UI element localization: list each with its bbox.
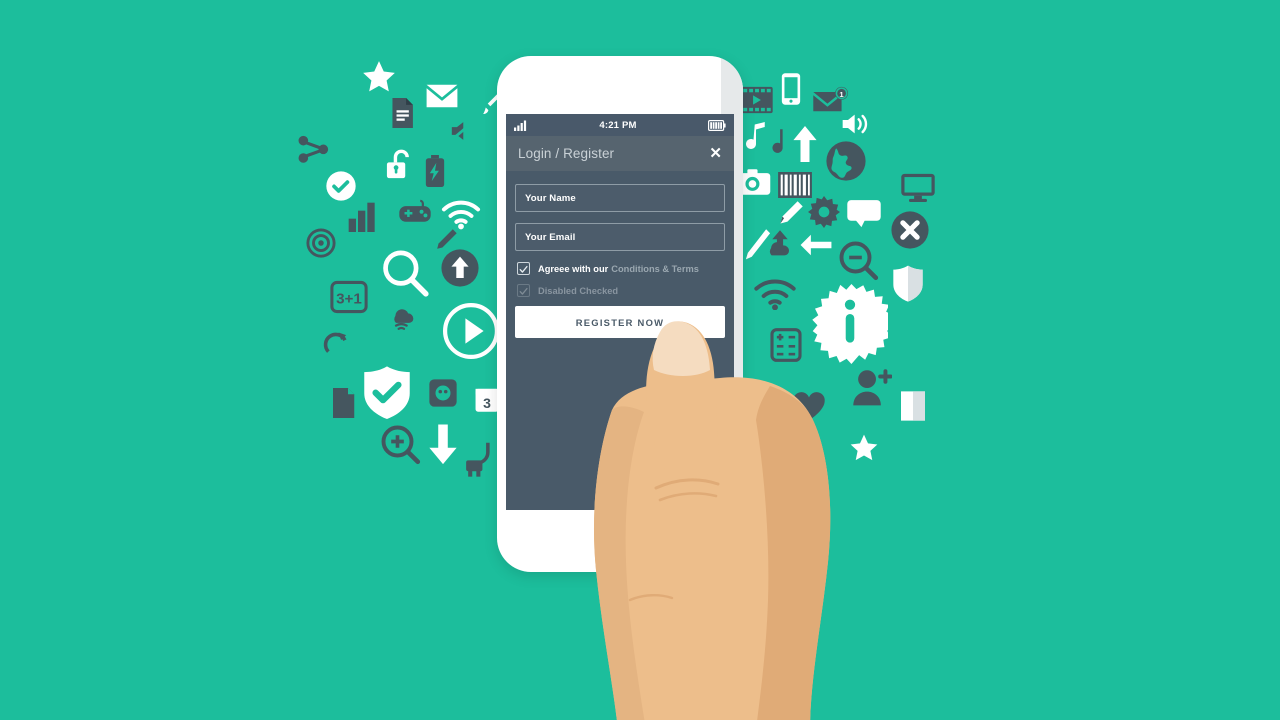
zoom-out-icon <box>838 240 880 282</box>
battery-icon <box>423 155 447 189</box>
agree-checkbox[interactable] <box>517 262 530 275</box>
pen-icon <box>742 228 772 262</box>
camera-icon <box>738 168 772 196</box>
name-field[interactable]: Your Name <box>515 184 725 212</box>
disabled-checkbox-row: Disabled Checked <box>515 284 725 297</box>
disabled-checkbox <box>517 284 530 297</box>
svg-text:1: 1 <box>839 90 844 99</box>
email-field[interactable]: Your Email <box>515 223 725 251</box>
pen-icon <box>432 228 458 254</box>
page-title: Login / Register <box>518 146 615 161</box>
app-bar: Login / Register ✕ <box>506 136 734 171</box>
shield-check-icon <box>362 365 412 419</box>
email-field-value: Your Email <box>525 231 576 243</box>
gear-icon <box>808 196 840 228</box>
document-icon <box>388 98 416 128</box>
plug-icon <box>460 440 494 478</box>
pencil-icon <box>776 200 804 228</box>
envelope-icon <box>425 82 459 110</box>
star-icon <box>360 58 398 96</box>
unlock-icon <box>385 148 415 182</box>
close-icon[interactable]: ✕ <box>709 146 722 161</box>
plus-one-badge-icon: 3+1 <box>330 280 368 314</box>
target-icon <box>306 228 336 258</box>
wifi-icon <box>440 198 482 230</box>
gamepad-icon <box>398 198 432 226</box>
download-icon <box>428 424 458 466</box>
svg-text:3: 3 <box>483 395 491 411</box>
file-icon <box>330 388 356 418</box>
conditions-terms-link[interactable]: Conditions & Terms <box>611 264 699 274</box>
bar-chart-icon <box>347 200 377 232</box>
agree-checkbox-row[interactable]: Agreee with our Conditions & Terms <box>515 262 725 275</box>
chat-bubble-icon <box>846 198 882 228</box>
search-icon <box>380 248 430 298</box>
globe-icon <box>825 140 867 182</box>
zoom-in-icon <box>380 424 422 466</box>
shield-icon <box>892 264 924 302</box>
book-icon <box>898 390 928 422</box>
screenshot-stage: 3+1 3 1 4:21 PM Login / Register ✕ Your … <box>0 0 1280 720</box>
share-nodes-icon <box>298 135 330 165</box>
status-bar: 4:21 PM <box>506 114 734 136</box>
signal-bars-icon <box>514 120 528 131</box>
status-time: 4:21 PM <box>599 119 637 131</box>
battery-full-icon <box>708 119 726 131</box>
x-circle-icon <box>890 210 930 250</box>
back-arrow-icon <box>798 232 834 258</box>
film-strip-icon <box>740 85 774 115</box>
up-arrow-icon <box>792 126 818 162</box>
agree-label-strong: Agreee with our <box>538 263 609 274</box>
power-outlet-icon <box>428 378 458 408</box>
refresh-icon <box>322 330 350 358</box>
hand-holding-phone <box>593 321 831 720</box>
play-circle-icon <box>443 303 499 359</box>
speaker-icon <box>840 110 872 138</box>
mute-icon <box>448 118 476 144</box>
smartphone-icon <box>780 72 802 106</box>
svg-text:3+1: 3+1 <box>336 290 362 307</box>
monitor-icon <box>900 172 936 204</box>
up-arrow-circle-icon <box>440 248 480 288</box>
name-field-value: Your Name <box>525 192 576 204</box>
barcode-icon <box>778 172 812 198</box>
music-note-icon <box>744 122 768 152</box>
disabled-label: Disabled Checked <box>538 285 619 296</box>
cloud-wifi-icon <box>385 300 423 332</box>
music-note-icon <box>772 128 792 156</box>
check-circle-icon <box>325 170 357 202</box>
